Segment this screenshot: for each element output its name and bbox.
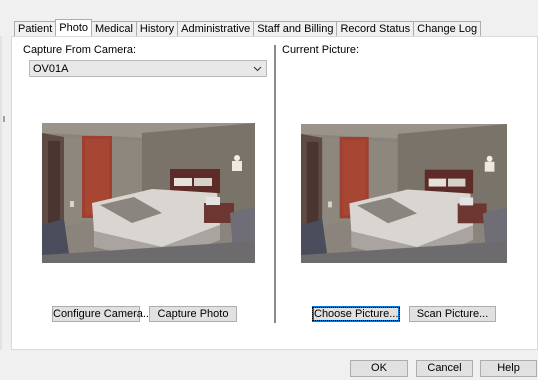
capture-photo-button[interactable]: Capture Photo <box>149 306 237 322</box>
window-edge-mark <box>3 116 5 122</box>
configure-camera-button[interactable]: Configure Camera... <box>52 306 152 322</box>
tab-change-log[interactable]: Change Log <box>413 21 482 36</box>
tab-staff-and-billing[interactable]: Staff and Billing <box>253 21 338 36</box>
tab-patient[interactable]: Patient <box>14 21 57 36</box>
camera-select[interactable]: OV01A <box>29 60 267 77</box>
current-picture-label: Current Picture: <box>282 44 360 56</box>
tab-history[interactable]: History <box>135 21 179 36</box>
tab-photo[interactable]: Photo <box>55 19 92 36</box>
capture-photo-label: Capture Photo <box>157 308 229 320</box>
tab-administrative[interactable]: Administrative <box>177 21 255 36</box>
window-left-edge <box>0 36 2 350</box>
camera-preview-image <box>42 123 255 263</box>
choose-picture-button[interactable]: Choose Picture... <box>311 306 401 322</box>
camera-select-value: OV01A <box>33 63 69 75</box>
patient-dialog: Patient Photo Medical History Administra… <box>0 0 538 380</box>
choose-picture-label: Choose Picture... <box>311 307 401 321</box>
capture-from-camera-label: Capture From Camera: <box>23 44 137 56</box>
scan-picture-label: Scan Picture... <box>416 308 489 320</box>
tab-strip: Patient Photo Medical History Administra… <box>14 19 482 36</box>
configure-camera-label: Configure Camera... <box>53 308 153 320</box>
chevron-down-icon <box>253 64 262 73</box>
ok-button[interactable]: OK <box>350 360 408 377</box>
tab-medical[interactable]: Medical <box>91 21 137 36</box>
current-picture-image <box>301 124 507 263</box>
help-button[interactable]: Help <box>480 360 537 377</box>
scan-picture-button[interactable]: Scan Picture... <box>409 306 496 322</box>
cancel-button[interactable]: Cancel <box>416 360 473 377</box>
section-divider <box>274 45 277 323</box>
tab-record-status[interactable]: Record Status <box>336 21 415 36</box>
